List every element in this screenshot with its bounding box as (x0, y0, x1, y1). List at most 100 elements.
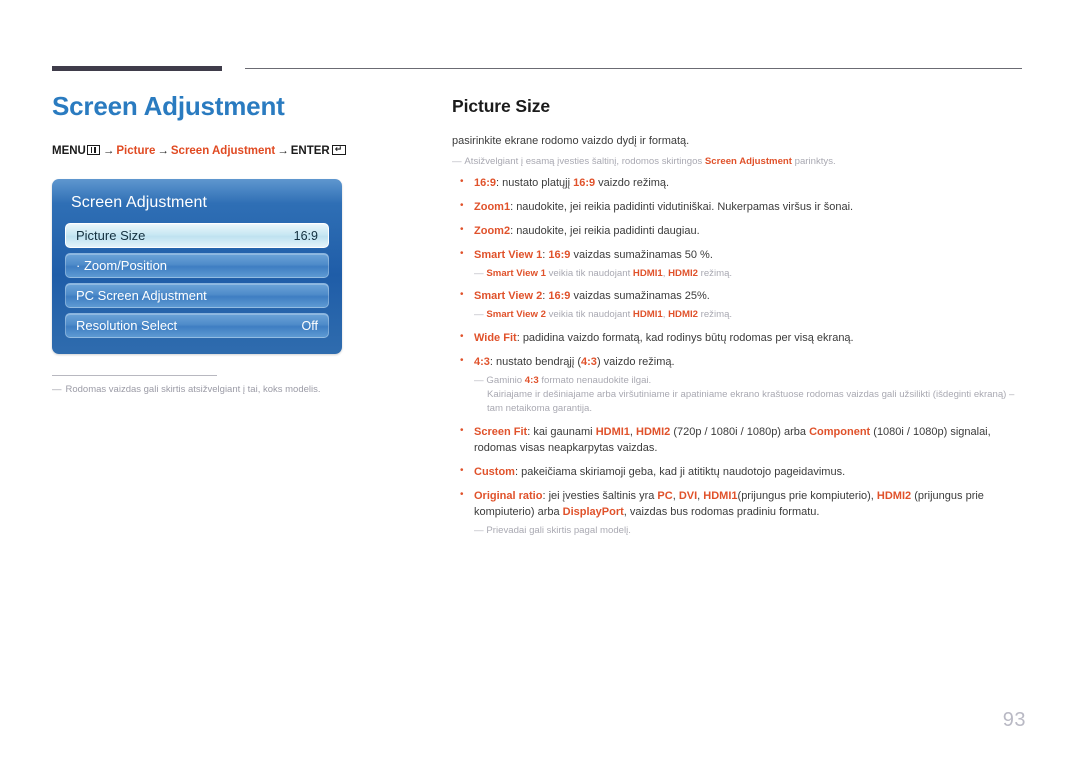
option-text: nustato platųjį (502, 177, 574, 190)
osd-menu-title: Screen Adjustment (71, 194, 207, 212)
subnote-accent-text: 4:3 (524, 374, 539, 386)
option-text: , vaizdas bus rodomas pradiniu formatu. (623, 505, 820, 518)
subnote-text: režimą. (697, 309, 733, 321)
option-term: 4:3 (474, 355, 490, 368)
osd-menu-rows: Picture Size 16:9 · Zoom/Position PC Screen… (65, 223, 329, 339)
option-term: 16:9 (474, 177, 497, 190)
left-footnote-dash: ― (52, 384, 61, 396)
breadcrumb-arrow-1: → (102, 144, 115, 157)
subnote-text: veikia tik naudojant (545, 309, 633, 321)
subnote-accent-text: Smart View 1 (486, 268, 546, 280)
section-top-note: ― Atsižvelgiant į esamą įvesties šaltinį,… (452, 155, 1024, 169)
list-item: Zoom2: naudokite, jei reikia padidinti d… (452, 223, 1024, 240)
page-number: 93 (1002, 709, 1026, 731)
option-text: jei įvesties šaltinis yra (548, 489, 658, 502)
osd-row-label: · Zoom/Position (76, 258, 168, 274)
osd-row-label: PC Screen Adjustment (76, 288, 207, 304)
osd-menu-panel: Screen Adjustment Picture Size 16:9 · Zoom… (52, 179, 342, 355)
option-accent-text: DVI (678, 489, 698, 502)
osd-row[interactable]: Resolution Select Off (65, 313, 329, 339)
section-intro: pasirinkite ekrane rodomo vaizdo dydį ir… (452, 135, 690, 147)
osd-row[interactable]: PC Screen Adjustment (65, 283, 329, 309)
option-accent-text: 16:9 (548, 290, 571, 303)
header-rule-thin (245, 68, 1022, 69)
option-text: naudokite, jei reikia padidinti vidutini… (516, 201, 854, 214)
option-accent-text: PC (657, 489, 673, 502)
subnote-continuation: Kairiajame ir dešiniajame arba viršutini… (487, 389, 1015, 415)
top-note-pre: Atsižvelgiant į esamą įvesties šaltinį, … (464, 156, 705, 168)
list-item: Screen Fit: kai gaunami HDMI1, HDMI2 (72… (452, 424, 1024, 457)
breadcrumb-arrow-2: → (157, 144, 169, 157)
list-item: Zoom1: naudokite, jei reikia padidinti v… (452, 199, 1024, 216)
option-accent-text: 4:3 (581, 355, 597, 368)
option-text: vaizdas sumažinamas 25%. (570, 290, 710, 303)
option-accent-text: HDMI1 (595, 425, 630, 438)
subnote-text: režimą. (697, 268, 733, 280)
option-text: padidina vaizdo formatą, kad rodinys būt… (522, 331, 854, 344)
option-accent-text: HDMI2 (636, 425, 671, 438)
option-text: (prijungus prie kompiuterio), (737, 489, 877, 502)
option-accent-text: HDMI1 (703, 489, 738, 502)
subnote-text: Prievadai gali skirtis pagal modelį. (486, 524, 631, 536)
breadcrumb-item-picture[interactable]: Picture (116, 145, 155, 157)
option-term: Custom (474, 465, 515, 478)
header-rule-thick (52, 66, 222, 71)
option-text: naudokite, jei reikia padidinti daugiau. (516, 225, 700, 238)
subnote-accent-text: HDMI2 (668, 309, 698, 321)
option-term: Smart View 1 (474, 249, 543, 262)
option-subnote-dash: ― (474, 309, 484, 321)
osd-row[interactable]: Picture Size 16:9 (65, 223, 329, 249)
list-item: Custom: pakeičiama skiriamoji geba, kad … (452, 464, 1024, 481)
list-item: Wide Fit: padidina vaizdo formatą, kad r… (452, 330, 1024, 347)
option-term: Smart View 2 (474, 290, 543, 303)
option-term: Screen Fit (474, 425, 528, 438)
option-accent-text: HDMI2 (876, 489, 912, 502)
list-item: Smart View 1: 16:9 vaizdas sumažinamas 5… (452, 247, 1024, 281)
option-accent-text: 16:9 (548, 249, 571, 262)
option-text: kai gaunami (533, 425, 596, 438)
top-note-post: parinktys. (791, 156, 836, 168)
option-accent-text: Component (809, 425, 871, 438)
option-term: Wide Fit (474, 331, 517, 344)
enter-return-icon: ↵ (331, 144, 346, 155)
option-term: Zoom2 (474, 225, 511, 238)
subnote-text: veikia tik naudojant (545, 268, 633, 280)
option-text: vaizdas sumažinamas 50 %. (570, 249, 713, 262)
right-column: Picture Size pasirinkite ekrane rodomo v… (452, 96, 1024, 546)
subnote-accent-text: HDMI1 (632, 268, 663, 280)
option-text: nustato bendrąjį ( (496, 355, 582, 368)
left-footnote-text: Rodomas vaizdas gali skirtis atsižvelgia… (65, 384, 321, 396)
option-text: ) vaizdo režimą. (596, 355, 675, 368)
subnote-accent-text: HDMI2 (668, 268, 698, 280)
breadcrumb-arrow-3: → (277, 144, 289, 157)
list-item: Smart View 2: 16:9 vaizdas sumažinamas 2… (452, 288, 1024, 322)
left-note-divider (52, 375, 217, 377)
osd-row-label: Resolution Select (76, 318, 178, 334)
option-text: pakeičiama skiriamoji geba, kad ji atiti… (521, 465, 846, 478)
osd-row[interactable]: · Zoom/Position (65, 253, 329, 279)
breadcrumb-item-screen-adjustment[interactable]: Screen Adjustment (171, 145, 275, 157)
osd-row-value: Off (301, 318, 318, 333)
left-column: Screen Adjustment MENU → Picture → Screen Ad… (52, 92, 412, 397)
option-subnote-dash: ― (474, 524, 484, 536)
subnote-accent-text: Smart View 2 (486, 309, 546, 321)
breadcrumb-menu-label: MENU (52, 144, 86, 157)
list-item: 4:3: nustato bendrąjį (4:3) vaizdo režim… (452, 354, 1024, 417)
list-item: Original ratio: jei įvesties šaltinis yr… (452, 488, 1024, 538)
page-title: Screen Adjustment (52, 91, 285, 121)
left-footnote: ― Rodomas vaizdas gali skirtis atsižvelgi… (52, 384, 412, 397)
osd-row-value: 16:9 (293, 228, 318, 243)
section-title: Picture Size (452, 96, 551, 116)
subnote-accent-text: HDMI1 (632, 309, 663, 321)
option-text: (720p / 1080i / 1080p) arba (670, 425, 810, 438)
option-accent-text: DisplayPort (562, 505, 624, 518)
option-accent-text: 16:9 (573, 177, 596, 190)
option-subnote: ― Smart View 1 veikia tik naudojant HDMI1… (474, 267, 1024, 281)
subnote-text: formato nenaudokite ilgai. (538, 374, 652, 386)
top-note-dash: ― (452, 156, 462, 168)
option-subnote: ― Smart View 2 veikia tik naudojant HDMI1… (474, 308, 1024, 322)
list-item: 16:9: nustato platųjį 16:9 vaizdo režimą… (452, 175, 1024, 192)
option-subnote: ― Gaminio 4:3 formato nenaudokite ilgai. K… (474, 374, 1024, 417)
option-term: Zoom1 (474, 201, 511, 214)
breadcrumb-enter-label: ENTER (290, 144, 330, 157)
